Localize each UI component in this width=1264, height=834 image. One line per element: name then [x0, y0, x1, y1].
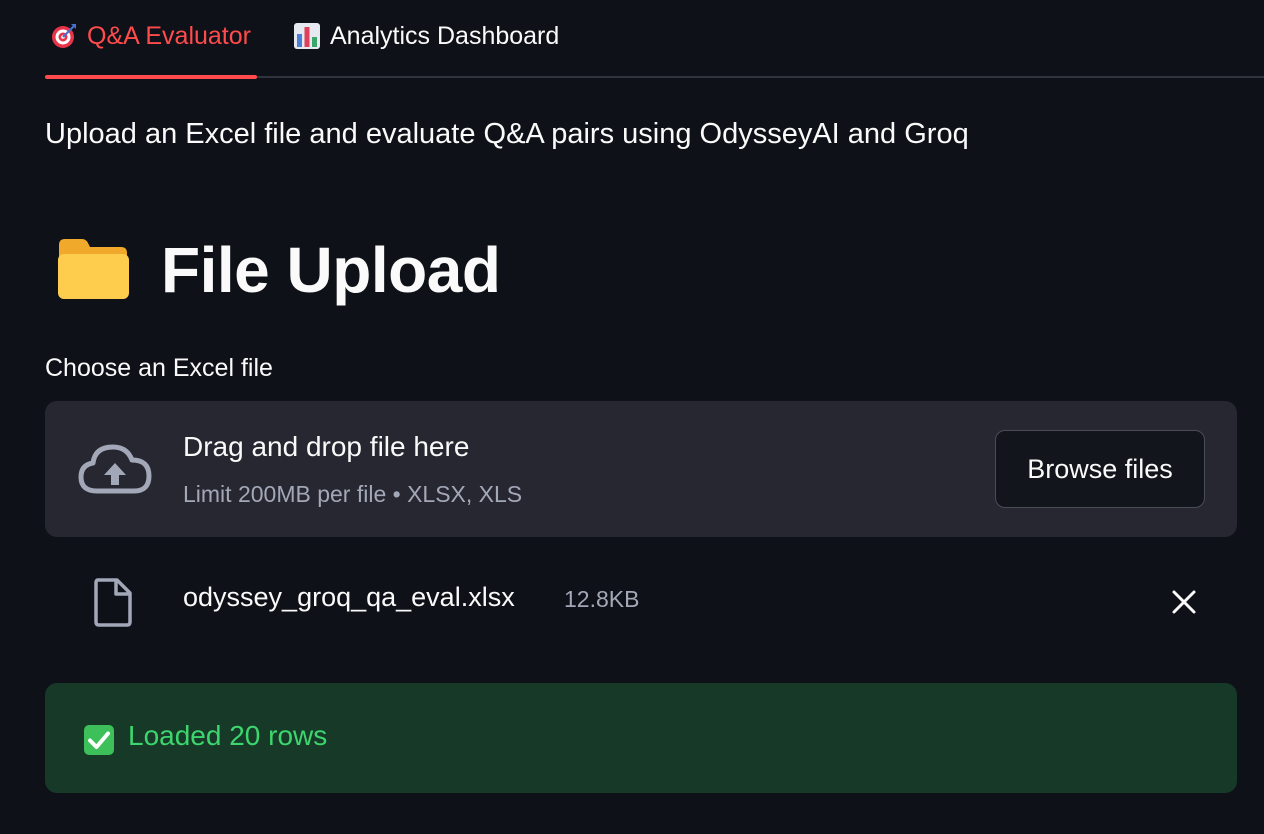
folder-icon: [55, 235, 131, 306]
app-page: Q&A Evaluator Analytics Dashboard Upload…: [0, 0, 1264, 834]
active-tab-indicator: [45, 75, 257, 79]
check-icon: [83, 724, 115, 761]
tab-analytics-dashboard[interactable]: Analytics Dashboard: [293, 18, 559, 54]
tab-bar: Q&A Evaluator Analytics Dashboard: [45, 0, 1264, 79]
page-title: File Upload: [55, 228, 501, 312]
dropzone-hint: Limit 200MB per file • XLSX, XLS: [183, 481, 523, 507]
file-icon: [93, 577, 133, 632]
uploaded-file-item: odyssey_groq_qa_eval.xlsx 12.8KB: [45, 560, 1237, 640]
success-alert: Loaded 20 rows: [45, 683, 1237, 793]
tab-qa-evaluator-label: Q&A Evaluator: [87, 21, 251, 50]
file-uploader-label: Choose an Excel file: [45, 354, 273, 382]
tab-qa-evaluator[interactable]: Q&A Evaluator: [50, 18, 251, 54]
uploaded-file-size: 12.8KB: [564, 586, 640, 612]
bar-chart-icon: [293, 22, 321, 50]
browse-files-button[interactable]: Browse files: [995, 430, 1205, 508]
file-dropzone[interactable]: Drag and drop file here Limit 200MB per …: [45, 401, 1237, 537]
target-icon: [50, 22, 78, 50]
dropzone-title: Drag and drop file here: [183, 431, 470, 462]
success-message: Loaded 20 rows: [128, 720, 328, 751]
app-subtitle: Upload an Excel file and evaluate Q&A pa…: [45, 118, 969, 150]
page-title-text: File Upload: [161, 234, 501, 306]
cloud-upload-icon: [77, 441, 153, 502]
uploaded-file-name: odyssey_groq_qa_eval.xlsx: [183, 582, 515, 612]
tab-analytics-dashboard-label: Analytics Dashboard: [330, 21, 560, 50]
close-icon[interactable]: [1171, 589, 1197, 620]
